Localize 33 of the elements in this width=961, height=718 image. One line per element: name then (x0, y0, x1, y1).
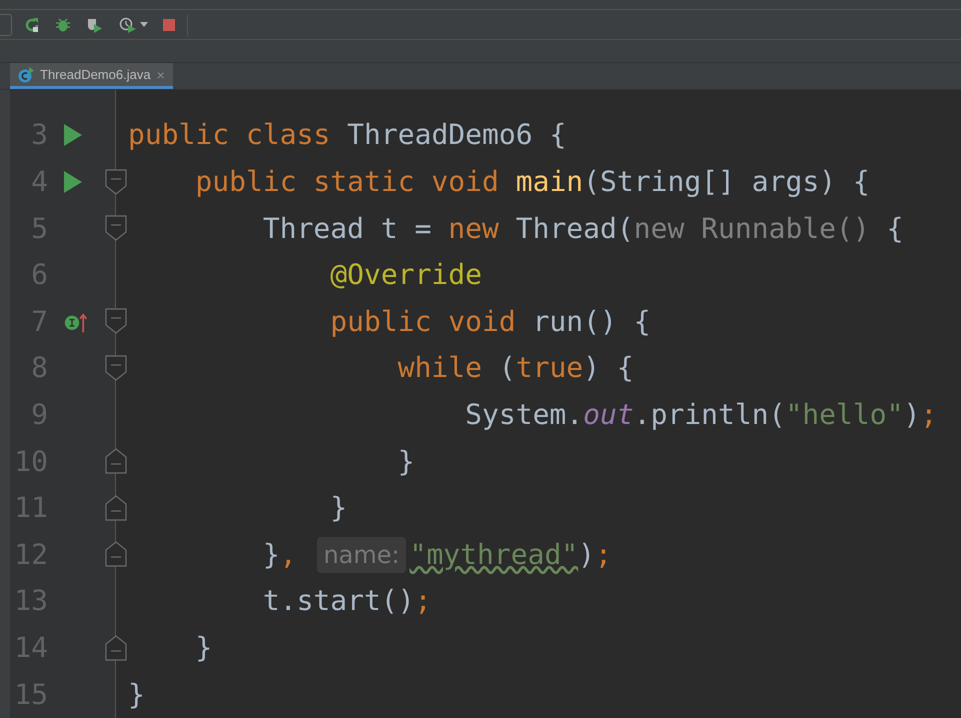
fold-marker-icon[interactable] (105, 634, 127, 661)
caret-icon (140, 22, 148, 27)
code-line: } (127, 676, 145, 713)
code-line: public void run() { (329, 304, 651, 340)
tab-label: ThreadDemo6.java (40, 66, 151, 84)
fold-marker-icon[interactable] (105, 448, 127, 474)
fold-marker-icon[interactable] (105, 494, 127, 521)
code-line: t.start(); (262, 583, 432, 620)
rerun-icon (24, 16, 40, 32)
run-icon[interactable] (64, 170, 82, 193)
run-icon[interactable] (64, 124, 82, 146)
code-line: } (396, 444, 415, 480)
fold-marker-icon[interactable] (105, 215, 127, 242)
fold-marker-icon[interactable] (105, 541, 127, 568)
fold-marker-icon[interactable] (105, 355, 127, 382)
tab-close-button[interactable]: × (156, 68, 165, 82)
shield-run-icon (86, 16, 104, 32)
code-line: public static void main(String[] args) { (194, 164, 870, 200)
editor-tab[interactable]: ThreadDemo6.java × (10, 63, 173, 89)
code-line: System.out.println("hello"); (464, 396, 938, 433)
bug-icon (55, 16, 71, 32)
fold-marker-icon[interactable] (105, 168, 127, 195)
code-line: while (true) { (396, 350, 634, 386)
code-line: } (194, 630, 212, 666)
code-line: Thread t = new Thread(new Runnable() { (262, 210, 904, 247)
config-dropdown[interactable] (0, 14, 12, 36)
code-line: @Override (329, 257, 482, 294)
stop-icon (163, 18, 175, 30)
fold-marker-icon[interactable] (105, 308, 127, 334)
code-line: public class ThreadDemo6 { (127, 117, 566, 154)
class-icon (18, 66, 34, 82)
clock-run-icon (119, 16, 137, 32)
code-line: } (329, 490, 348, 526)
